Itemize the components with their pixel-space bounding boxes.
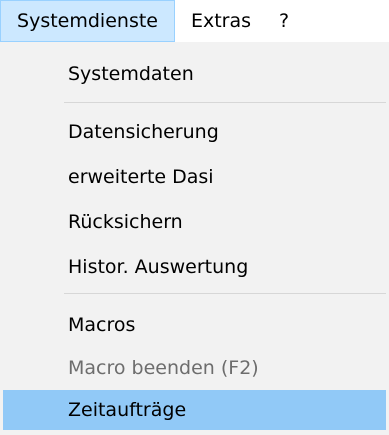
menu-item-zeitauftraege[interactable]: Zeitaufträge bbox=[3, 390, 386, 430]
menu-separator bbox=[64, 102, 386, 103]
menu-item-label: Datensicherung bbox=[68, 121, 219, 143]
menu-item-datensicherung[interactable]: Datensicherung bbox=[3, 112, 386, 152]
menu-item-systemdaten[interactable]: Systemdaten bbox=[3, 54, 386, 94]
menu-item-label: Macros bbox=[68, 314, 136, 336]
menu-item-label: erweiterte Dasi bbox=[68, 166, 214, 188]
menu-item-label: Histor. Auswertung bbox=[68, 256, 249, 278]
menu-systemdienste[interactable]: Systemdienste bbox=[0, 0, 175, 42]
menu-bar: Systemdienste Extras ? bbox=[0, 0, 389, 42]
menu-separator bbox=[64, 293, 386, 294]
menu-item-label: Macro beenden (F2) bbox=[68, 357, 259, 379]
menu-item-erweiterte-dasi[interactable]: erweiterte Dasi bbox=[3, 157, 386, 197]
menu-item-histor-auswertung[interactable]: Histor. Auswertung bbox=[3, 247, 386, 287]
systemdienste-dropdown: Systemdaten Datensicherung erweiterte Da… bbox=[0, 42, 389, 435]
menu-item-label: Systemdaten bbox=[68, 63, 194, 85]
menu-item-label: Zeitaufträge bbox=[68, 399, 187, 421]
menu-extras[interactable]: Extras bbox=[178, 0, 264, 42]
menu-item-macro-beenden: Macro beenden (F2) bbox=[3, 348, 386, 388]
menu-help[interactable]: ? bbox=[272, 0, 296, 42]
menu-item-macros[interactable]: Macros bbox=[3, 305, 386, 345]
menu-item-ruecksichern[interactable]: Rücksichern bbox=[3, 202, 386, 242]
menu-item-label: Rücksichern bbox=[68, 211, 183, 233]
